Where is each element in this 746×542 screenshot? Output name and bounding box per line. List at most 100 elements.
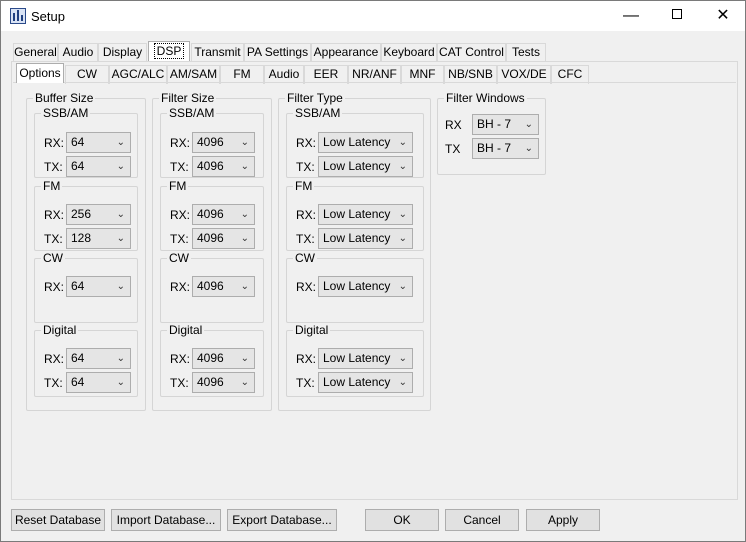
rx-label: RX: [296, 136, 317, 150]
chevron-down-icon: ⌄ [398, 137, 407, 148]
filter-windows-tx-select[interactable]: BH - 7 ⌄ [472, 138, 539, 159]
buffer-ssb-am-title: SSB/AM [43, 106, 89, 120]
cancel-button[interactable]: Cancel [445, 509, 519, 531]
filter-type-fm-tx-select[interactable]: Low Latency ⌄ [318, 228, 413, 249]
minimize-icon: — [623, 7, 639, 24]
chevron-down-icon: ⌄ [240, 353, 249, 364]
tab-tests[interactable]: Tests [506, 43, 546, 62]
tab-dsp[interactable]: DSP [148, 41, 190, 61]
filter-type-cw-title: CW [295, 251, 315, 265]
chevron-down-icon: ⌄ [116, 233, 125, 244]
chevron-down-icon: ⌄ [240, 281, 249, 292]
filter-size-digital-tx-select[interactable]: 4096 ⌄ [192, 372, 255, 393]
chevron-down-icon: ⌄ [524, 143, 533, 154]
buffer-ssb-am-tx-select[interactable]: 64 ⌄ [66, 156, 131, 177]
buffer-fm-rx-select[interactable]: 256 ⌄ [66, 204, 131, 225]
filter-type-digital-rx-select[interactable]: Low Latency ⌄ [318, 348, 413, 369]
filter-size-cw-rx-select[interactable]: 4096 ⌄ [192, 276, 255, 297]
chevron-down-icon: ⌄ [240, 137, 249, 148]
maximize-button[interactable] [654, 1, 700, 31]
filter-size-fm-tx-select[interactable]: 4096 ⌄ [192, 228, 255, 249]
filter-type-digital-title: Digital [295, 323, 329, 337]
buffer-fm-tx-select[interactable]: 128 ⌄ [66, 228, 131, 249]
rx-label: RX: [44, 352, 65, 366]
filter-type-ssb-am-tx-select[interactable]: Low Latency ⌄ [318, 156, 413, 177]
rx-label: RX: [170, 280, 191, 294]
filter-type-ssb-am-title: SSB/AM [295, 106, 341, 120]
tab-appearance[interactable]: Appearance [311, 43, 381, 62]
export-database-button[interactable]: Export Database... [227, 509, 337, 531]
tx-label: TX: [170, 376, 189, 390]
buffer-digital-title: Digital [43, 323, 77, 337]
filter-type-cw-rx-row: RX: Low Latency ⌄ [296, 276, 421, 297]
rx-label: RX: [296, 208, 317, 222]
tab-general[interactable]: General [13, 43, 58, 62]
ok-button[interactable]: OK [365, 509, 439, 531]
subtab-options[interactable]: Options [16, 63, 64, 83]
filter-size-digital-rx-row: RX: 4096 ⌄ [170, 348, 260, 369]
tab-keyboard[interactable]: Keyboard [381, 43, 437, 62]
filter-type-fm-tx-row: TX: Low Latency ⌄ [296, 228, 421, 249]
filter-windows-title: Filter Windows [446, 91, 525, 105]
filter-size-digital-tx-row: TX: 4096 ⌄ [170, 372, 260, 393]
tx-label: TX: [296, 232, 315, 246]
filter-type-ssb-am-rx-select[interactable]: Low Latency ⌄ [318, 132, 413, 153]
tx-label: TX: [44, 376, 63, 390]
filter-windows-rx-select[interactable]: BH - 7 ⌄ [472, 114, 539, 135]
tab-cat-control[interactable]: CAT Control [437, 43, 506, 62]
chevron-down-icon: ⌄ [116, 137, 125, 148]
filter-size-digital-title: Digital [169, 323, 203, 337]
rx-label: RX: [170, 208, 191, 222]
chevron-down-icon: ⌄ [116, 161, 125, 172]
import-database-button[interactable]: Import Database... [111, 509, 221, 531]
chevron-down-icon: ⌄ [116, 281, 125, 292]
buffer-digital-tx-select[interactable]: 64 ⌄ [66, 372, 131, 393]
buffer-digital-rx-row: RX: 64 ⌄ [44, 348, 134, 369]
filter-size-fm-rx-select[interactable]: 4096 ⌄ [192, 204, 255, 225]
buffer-fm-tx-row: TX: 128 ⌄ [44, 228, 134, 249]
filter-size-ssb-am-rx-select[interactable]: 4096 ⌄ [192, 132, 255, 153]
buffer-ssb-am-rx-select[interactable]: 64 ⌄ [66, 132, 131, 153]
tx-label: TX: [44, 232, 63, 246]
tab-audio[interactable]: Audio [58, 43, 98, 62]
tab-pa-settings[interactable]: PA Settings [244, 43, 311, 62]
reset-database-button[interactable]: Reset Database [11, 509, 105, 531]
tx-label: TX [445, 142, 461, 156]
chevron-down-icon: ⌄ [398, 281, 407, 292]
filter-type-fm-rx-row: RX: Low Latency ⌄ [296, 204, 421, 225]
setup-window: Setup — ✕ General Audio Display DSP Tran… [0, 0, 746, 542]
rx-label: RX [445, 118, 462, 132]
buffer-ssb-am-rx-row: RX: 64 ⌄ [44, 132, 134, 153]
close-button[interactable]: ✕ [700, 1, 746, 31]
minimize-button[interactable]: — [608, 1, 654, 31]
filter-size-digital-rx-select[interactable]: 4096 ⌄ [192, 348, 255, 369]
chevron-down-icon: ⌄ [240, 377, 249, 388]
app-icon [10, 8, 26, 24]
buffer-digital-rx-select[interactable]: 64 ⌄ [66, 348, 131, 369]
chevron-down-icon: ⌄ [116, 209, 125, 220]
chevron-down-icon: ⌄ [398, 353, 407, 364]
title-bar[interactable]: Setup — ✕ [1, 1, 745, 31]
filter-type-fm-rx-select[interactable]: Low Latency ⌄ [318, 204, 413, 225]
top-tab-strip: General Audio Display DSP Transmit PA Se… [13, 41, 733, 63]
filter-size-ssb-am-tx-select[interactable]: 4096 ⌄ [192, 156, 255, 177]
chevron-down-icon: ⌄ [116, 377, 125, 388]
close-icon: ✕ [716, 7, 730, 24]
tab-transmit[interactable]: Transmit [191, 43, 244, 62]
buffer-size-title: Buffer Size [35, 91, 94, 105]
rx-label: RX: [44, 136, 65, 150]
chevron-down-icon: ⌄ [398, 209, 407, 220]
filter-type-cw-rx-select[interactable]: Low Latency ⌄ [318, 276, 413, 297]
filter-type-digital-tx-select[interactable]: Low Latency ⌄ [318, 372, 413, 393]
tx-label: TX: [170, 160, 189, 174]
buffer-cw-title: CW [43, 251, 63, 265]
filter-size-title: Filter Size [161, 91, 215, 105]
rx-label: RX: [44, 208, 65, 222]
tab-display[interactable]: Display [98, 43, 147, 62]
buffer-cw-rx-select[interactable]: 64 ⌄ [66, 276, 131, 297]
filter-size-cw-rx-row: RX: 4096 ⌄ [170, 276, 260, 297]
chevron-down-icon: ⌄ [398, 377, 407, 388]
filter-size-ssb-am-rx-row: RX: 4096 ⌄ [170, 132, 260, 153]
chevron-down-icon: ⌄ [116, 353, 125, 364]
apply-button[interactable]: Apply [526, 509, 600, 531]
